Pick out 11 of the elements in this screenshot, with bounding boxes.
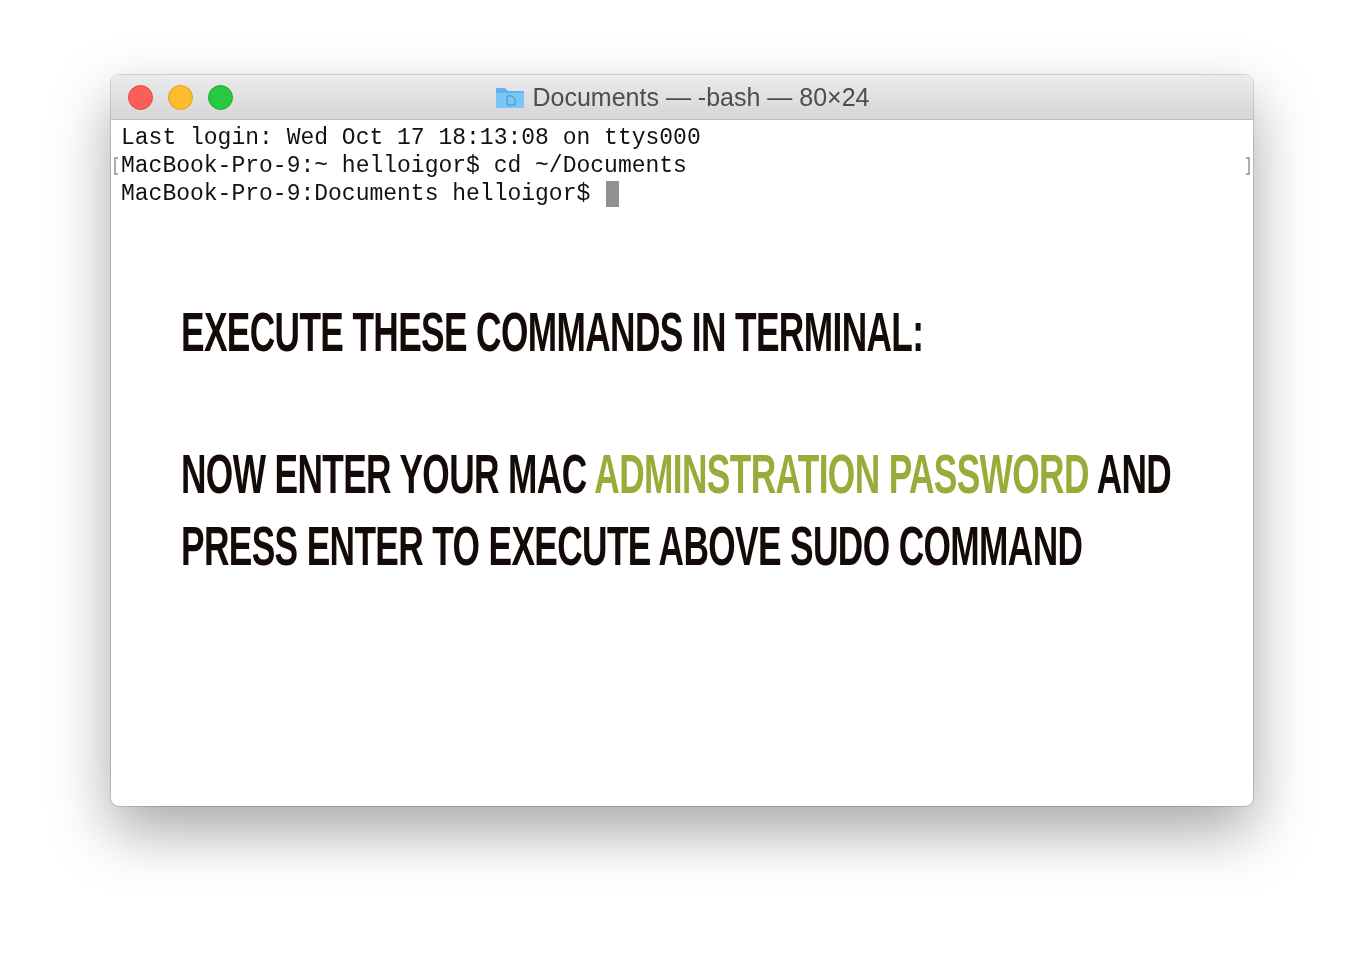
terminal-line: MacBook-Pro-9:Documents helloigor$ [121,180,592,208]
terminal-line: MacBook-Pro-9:~ helloigor$ cd ~/Documents [121,152,687,180]
close-button[interactable] [128,84,153,110]
instruction-heading: EXECUTE THESE COMMANDS IN TERMINAL: [181,299,925,365]
window-title: Documents — -bash — 80×24 [532,82,870,112]
folder-icon [494,85,525,109]
terminal-line: Last login: Wed Oct 17 18:13:08 on ttys000 [121,124,701,152]
instruction-text: NOW ENTER YOUR MACADMINSTRATION PASSWORDAND PRESS ENTER TO EXECUTE ABOVE SUDO COMMAND [181,441,1173,579]
mark-bracket-icon [1245,157,1250,175]
minimize-button[interactable] [168,84,193,110]
zoom-button[interactable] [208,84,233,110]
